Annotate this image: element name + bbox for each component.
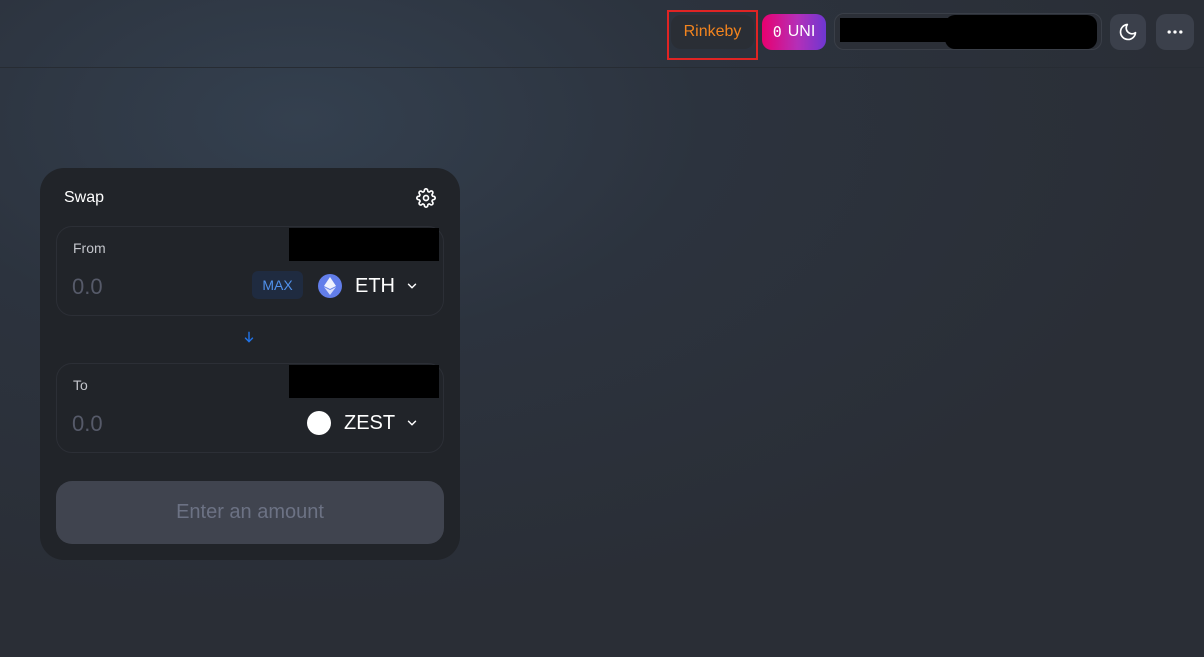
from-token-panel: From MAX ETH xyxy=(56,226,444,316)
more-horizontal-icon xyxy=(1167,30,1183,34)
switch-tokens-button[interactable] xyxy=(241,329,257,345)
theme-toggle-button[interactable] xyxy=(1110,14,1146,50)
chevron-down-icon xyxy=(407,283,417,289)
uni-symbol: UNI xyxy=(787,23,816,40)
uni-amount: 0 xyxy=(772,23,782,41)
from-amount-input[interactable] xyxy=(72,272,222,302)
gear-icon xyxy=(416,188,436,208)
from-token-symbol: ETH xyxy=(355,274,395,297)
enter-amount-button[interactable]: Enter an amount xyxy=(56,481,444,544)
network-label: Rinkeby xyxy=(683,23,742,40)
to-token-panel: To ZEST xyxy=(56,363,444,453)
to-token-symbol: ZEST xyxy=(344,411,396,434)
to-label: To xyxy=(73,377,88,393)
to-balance-redacted xyxy=(289,365,439,398)
white-circle-icon xyxy=(307,411,331,435)
to-amount-input[interactable] xyxy=(72,409,222,439)
chevron-down-icon xyxy=(407,420,417,426)
settings-button[interactable] xyxy=(414,186,438,210)
from-balance-redacted xyxy=(289,228,439,261)
swap-card: Swap From MAX ETH xyxy=(40,168,460,560)
moon-icon xyxy=(1119,23,1137,41)
from-label: From xyxy=(73,240,106,256)
network-indicator[interactable]: Rinkeby xyxy=(671,15,754,49)
ethereum-icon xyxy=(318,274,342,298)
to-token-select[interactable]: ZEST xyxy=(307,408,419,438)
uni-balance-button[interactable]: 0 UNI xyxy=(762,14,826,50)
arrow-down-icon xyxy=(244,331,254,343)
from-token-select[interactable]: ETH xyxy=(318,271,419,301)
wallet-address-button[interactable] xyxy=(945,15,1097,49)
top-header: Rinkeby 0 UNI xyxy=(0,0,1204,68)
more-menu-button[interactable] xyxy=(1156,14,1194,50)
eth-balance-redacted xyxy=(840,18,960,42)
swap-title: Swap xyxy=(64,189,105,206)
max-button[interactable]: MAX xyxy=(252,271,303,299)
